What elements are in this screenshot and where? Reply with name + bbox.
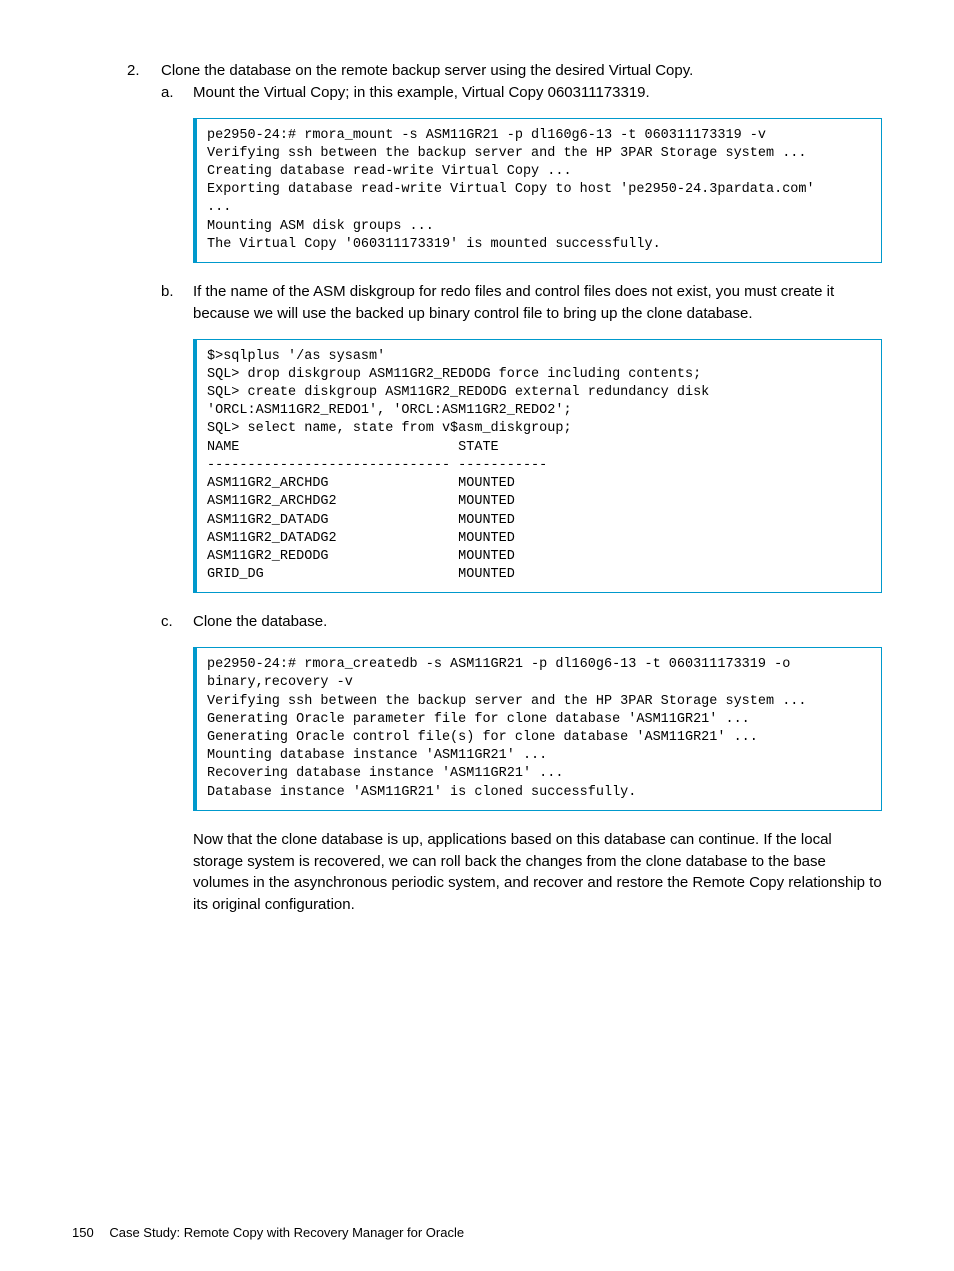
step-2: 2. Clone the database on the remote back… bbox=[127, 60, 882, 916]
code-block-a: pe2950-24:# rmora_mount -s ASM11GR21 -p … bbox=[193, 118, 882, 264]
page-footer: 150 Case Study: Remote Copy with Recover… bbox=[72, 1224, 464, 1243]
substep-c-letter: c. bbox=[161, 611, 173, 633]
substep-a: a. Mount the Virtual Copy; in this examp… bbox=[161, 82, 882, 104]
substep-a-text: Mount the Virtual Copy; in this example,… bbox=[193, 84, 650, 101]
substep-b: b. If the name of the ASM diskgroup for … bbox=[161, 281, 882, 325]
code-block-b: $>sqlplus '/as sysasm' SQL> drop diskgro… bbox=[193, 339, 882, 594]
substep-c-text: Clone the database. bbox=[193, 613, 327, 630]
page-number: 150 bbox=[72, 1225, 94, 1240]
step-text: Clone the database on the remote backup … bbox=[161, 62, 693, 79]
substep-b-letter: b. bbox=[161, 281, 174, 303]
code-block-c: pe2950-24:# rmora_createdb -s ASM11GR21 … bbox=[193, 647, 882, 811]
substep-c: c. Clone the database. bbox=[161, 611, 882, 633]
page-content: 2. Clone the database on the remote back… bbox=[127, 60, 882, 916]
step-number: 2. bbox=[127, 60, 140, 82]
footer-title: Case Study: Remote Copy with Recovery Ma… bbox=[109, 1225, 464, 1240]
substep-a-letter: a. bbox=[161, 82, 174, 104]
closing-paragraph: Now that the clone database is up, appli… bbox=[193, 829, 882, 916]
substep-b-text: If the name of the ASM diskgroup for red… bbox=[193, 283, 834, 322]
